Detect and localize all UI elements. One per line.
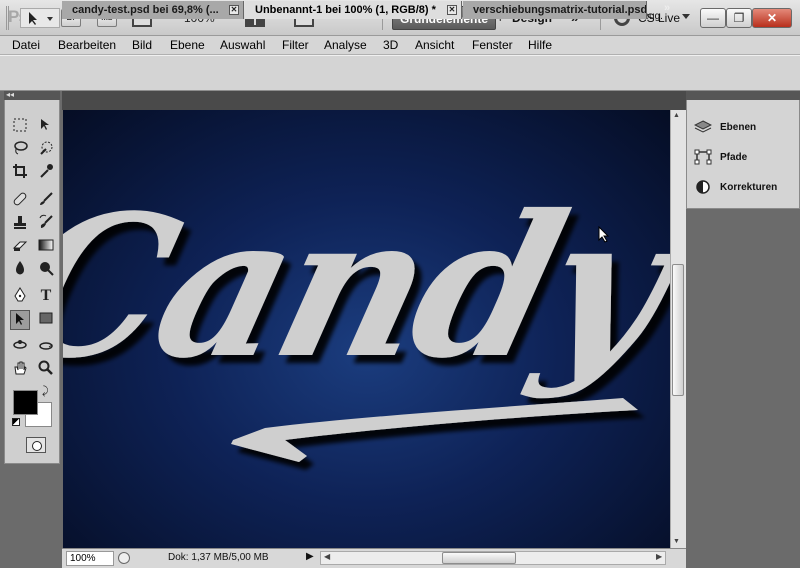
more-tabs-icon[interactable]: » xyxy=(664,2,686,14)
scroll-down-icon[interactable]: ▼ xyxy=(673,538,680,545)
scroll-up-icon[interactable]: ▲ xyxy=(673,112,680,119)
menu-3d[interactable]: 3D xyxy=(383,38,398,52)
menu-bild[interactable]: Bild xyxy=(132,38,152,52)
panel-label: Korrekturen xyxy=(720,182,778,193)
restore-button[interactable]: ❐ xyxy=(726,8,752,28)
tab-label: verschiebungsmatrix-tutorial.psd xyxy=(473,4,647,16)
paths-icon xyxy=(694,149,712,165)
panel-label: Ebenen xyxy=(720,122,757,133)
horizontal-scroll-thumb[interactable] xyxy=(442,552,516,564)
close-button[interactable]: ✕ xyxy=(752,8,792,28)
panel-pfade[interactable]: Pfade xyxy=(694,147,747,169)
menu-ebene[interactable]: Ebene xyxy=(170,38,205,52)
marquee-icon[interactable] xyxy=(10,117,30,137)
status-menu-arrow-icon[interactable]: ▶ xyxy=(306,551,314,562)
panel-korrekturen[interactable]: Korrekturen xyxy=(694,177,777,199)
menu-analyse[interactable]: Analyse xyxy=(324,38,367,52)
panel-ebenen[interactable]: Ebenen xyxy=(694,117,756,139)
scroll-right-icon[interactable]: ▶ xyxy=(656,552,662,561)
crop-icon[interactable] xyxy=(10,163,30,183)
swash-arrow-shape xyxy=(231,398,638,462)
direct-selection-icon[interactable] xyxy=(10,310,30,330)
adjustments-icon xyxy=(696,180,710,195)
brush-icon[interactable] xyxy=(36,191,56,211)
document-canvas[interactable]: Candy xyxy=(63,110,670,548)
close-tab-icon[interactable]: ✕ xyxy=(447,5,457,15)
tab-candy-test[interactable]: candy-test.psd bei 69,8% (... ✕ xyxy=(62,1,244,19)
document-size-info: Dok: 1,37 MB/5,00 MB xyxy=(168,552,269,563)
tab-unbenannt-1[interactable]: Unbenannt-1 bei 100% (1, RGB/8) * ✕ xyxy=(245,1,462,19)
minimize-button[interactable]: — xyxy=(700,8,726,28)
zoom-icon[interactable] xyxy=(36,360,56,380)
3d-orbit-icon[interactable] xyxy=(36,337,56,357)
stamp-icon[interactable] xyxy=(10,214,30,234)
blur-icon[interactable] xyxy=(10,260,30,280)
healing-icon[interactable] xyxy=(10,191,30,211)
tab-verschiebungsmatrix[interactable]: verschiebungsmatrix-tutorial.psd xyxy=(463,1,647,19)
chevron-down-icon[interactable] xyxy=(682,14,690,19)
tool-preset-picker[interactable] xyxy=(20,8,60,28)
options-bar-grip[interactable] xyxy=(6,6,9,30)
cursor-arrow-icon xyxy=(598,226,610,243)
eraser-icon[interactable] xyxy=(10,237,30,257)
foreground-color-swatch[interactable] xyxy=(13,390,38,415)
vertical-scroll-thumb[interactable] xyxy=(672,264,684,396)
type-icon[interactable]: T xyxy=(36,287,56,307)
candy-artwork: Candy xyxy=(63,172,670,462)
eyedropper-icon[interactable] xyxy=(36,163,56,183)
swap-colors-icon[interactable]: ⤸ xyxy=(42,385,49,398)
menu-datei[interactable]: Datei xyxy=(12,38,40,52)
dodge-icon[interactable] xyxy=(36,260,56,280)
menu-bearbeiten[interactable]: Bearbeiten xyxy=(58,38,116,52)
direct-selection-icon xyxy=(29,12,53,25)
rectangle-icon[interactable] xyxy=(36,310,56,330)
options-bar xyxy=(0,55,800,91)
status-menu-icon[interactable] xyxy=(118,552,130,564)
tab-label: Unbenannt-1 bei 100% (1, RGB/8) * xyxy=(255,4,436,16)
document-tab-bar xyxy=(62,91,686,110)
menu-filter[interactable]: Filter xyxy=(282,38,309,52)
close-tab-icon[interactable]: ✕ xyxy=(229,5,239,15)
default-colors-icon[interactable] xyxy=(12,418,20,426)
panel-label: Pfade xyxy=(720,152,748,163)
layers-icon xyxy=(694,120,712,133)
move-icon[interactable] xyxy=(36,117,56,137)
panel-dock-header[interactable] xyxy=(686,91,800,100)
menu-hilfe[interactable]: Hilfe xyxy=(528,38,552,52)
scroll-left-icon[interactable]: ◀ xyxy=(324,552,330,561)
gradient-icon[interactable] xyxy=(36,237,56,257)
candy-text: Candy xyxy=(63,172,670,401)
zoom-field[interactable]: 100% xyxy=(66,551,114,566)
menu-auswahl[interactable]: Auswahl xyxy=(220,38,265,52)
quick-mask-button[interactable] xyxy=(26,437,46,453)
tab-label: candy-test.psd bei 69,8% (... xyxy=(72,4,219,16)
hand-icon[interactable] xyxy=(10,360,30,380)
quick-selection-icon[interactable] xyxy=(36,140,56,160)
menu-ansicht[interactable]: Ansicht xyxy=(415,38,454,52)
history-brush-icon[interactable] xyxy=(36,214,56,234)
tools-panel-header[interactable]: ◂◂ xyxy=(4,91,60,100)
menu-fenster[interactable]: Fenster xyxy=(472,38,513,52)
menu-bar xyxy=(0,36,800,55)
lasso-icon[interactable] xyxy=(10,140,30,160)
3d-rotate-icon[interactable] xyxy=(10,337,30,357)
pen-icon[interactable] xyxy=(10,287,30,307)
